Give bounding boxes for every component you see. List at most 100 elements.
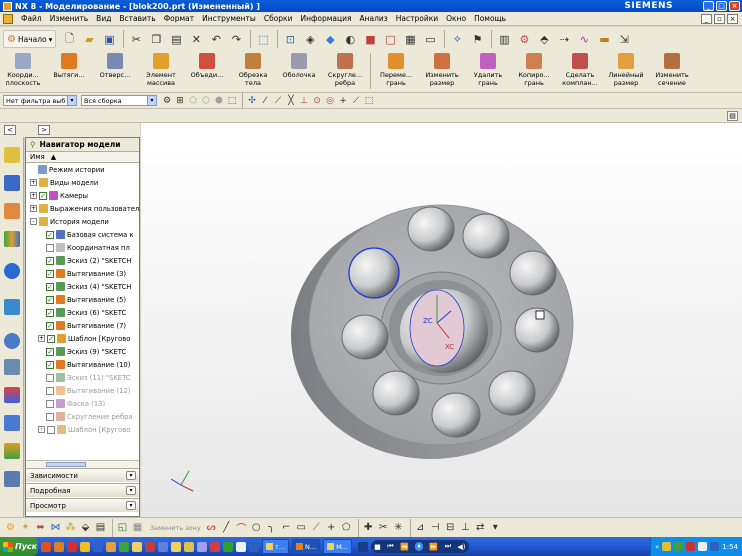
expand-toggle[interactable]: +	[30, 192, 37, 199]
quicklaunch-icon[interactable]	[184, 541, 194, 552]
cut-icon[interactable]: ✂	[127, 30, 145, 48]
menu-item[interactable]: Помощь	[470, 14, 510, 23]
snap-midpoint-icon[interactable]: ⟋	[272, 95, 284, 107]
quicklaunch-icon[interactable]	[119, 541, 129, 552]
visibility-checkbox[interactable]: ✓	[46, 412, 54, 421]
tray-icon[interactable]	[698, 542, 708, 551]
expand-toggle[interactable]: -	[30, 218, 37, 225]
polyline-icon[interactable]: ⟋	[310, 521, 323, 534]
menu-item[interactable]: Информация	[296, 14, 355, 23]
expand-toggle[interactable]: +	[30, 179, 37, 186]
table-icon[interactable]: ▥	[495, 30, 513, 48]
tree-item[interactable]: + ✓ Камеры	[26, 189, 139, 202]
close-button[interactable]: ×	[729, 1, 740, 11]
taskbar-item-nx[interactable]: N...	[292, 539, 321, 554]
tree-item[interactable]: - История модели	[26, 215, 139, 228]
open-folder-icon[interactable]: ▰	[80, 30, 98, 48]
layer-icon[interactable]: ▭	[421, 30, 439, 48]
snap-face-point-icon[interactable]: ⬚	[363, 95, 375, 107]
assembly-navigator-icon[interactable]	[4, 147, 20, 163]
start-menu-button[interactable]: ⚙ Начало ▾	[3, 30, 57, 48]
feature-button[interactable]: Элемент массива	[138, 53, 184, 87]
profile-icon[interactable]: ᔕ	[205, 521, 218, 534]
visibility-checkbox[interactable]: ✓	[46, 360, 54, 369]
trim-icon[interactable]: ✚	[362, 521, 375, 534]
feature-button[interactable]: Оболочка	[276, 53, 322, 79]
feature-button[interactable]: Отверс...	[92, 53, 138, 79]
tray-icon[interactable]	[674, 542, 684, 551]
assembly-icon[interactable]: ⚙	[515, 30, 533, 48]
zoom-area-icon[interactable]: ▦	[131, 521, 144, 534]
route-icon[interactable]: ⇢	[555, 30, 573, 48]
visibility-checkbox[interactable]: ✓	[39, 191, 47, 200]
convert-reference-icon[interactable]: ⇄	[474, 521, 487, 534]
wave-icon[interactable]: ∿	[575, 30, 593, 48]
visibility-checkbox[interactable]: ✓	[47, 425, 55, 434]
sequence-icon[interactable]: ▤	[94, 521, 107, 534]
rectangle-icon[interactable]: ▭	[295, 521, 308, 534]
mate-icon[interactable]: ⋈	[49, 521, 62, 534]
constraints-icon[interactable]: ⊿	[414, 521, 427, 534]
snap-perp-icon[interactable]: ⊥	[298, 95, 310, 107]
tray-icon[interactable]	[686, 542, 696, 551]
tree-item[interactable]: ✓ Эскиз (6) "SKETC	[26, 306, 139, 319]
feature-button[interactable]: Переме... грань	[373, 53, 419, 87]
graphics-window[interactable]: ZC XC	[141, 123, 742, 517]
visibility-checkbox[interactable]: ✓	[46, 269, 54, 278]
quicklaunch-icon[interactable]	[223, 541, 233, 552]
pin-icon[interactable]: ⚲	[30, 140, 36, 149]
select-all-icon[interactable]: ⊞	[174, 95, 186, 107]
column-header[interactable]: Имя ▲	[26, 152, 139, 163]
feature-button[interactable]: Удалить грань	[465, 53, 511, 87]
paste-icon[interactable]: ▤	[167, 30, 185, 48]
part-navigator-icon[interactable]	[4, 203, 20, 219]
feature-button[interactable]: Изменить размер	[419, 53, 465, 87]
analysis-icon[interactable]: ⚑	[468, 30, 486, 48]
snap-curve-icon[interactable]: ⟋	[350, 95, 362, 107]
document-icon[interactable]	[3, 13, 13, 24]
system-scene-icon[interactable]	[4, 471, 20, 487]
tree-item[interactable]: ✓ Эскиз (11) "SKETC	[26, 371, 139, 384]
forward-icon[interactable]: ⏩	[429, 543, 438, 551]
visibility-checkbox[interactable]: ✓	[46, 295, 54, 304]
media-player-icon[interactable]	[357, 541, 368, 552]
quicklaunch-icon[interactable]	[197, 541, 207, 552]
back-arrow-icon[interactable]: <	[4, 125, 16, 135]
expand-toggle[interactable]: +	[38, 426, 45, 433]
section-details[interactable]: Подробная ▾	[26, 483, 139, 497]
menu-item[interactable]: Анализ	[355, 14, 391, 23]
visibility-checkbox[interactable]: ✓	[46, 256, 54, 265]
visibility-checkbox[interactable]: ✓	[46, 230, 54, 239]
hide-icon[interactable]: ▦	[401, 30, 419, 48]
feature-button[interactable]: Объеди...	[184, 53, 230, 79]
fillet-icon[interactable]: ╮	[265, 521, 278, 534]
reuse-library-icon[interactable]	[4, 231, 20, 247]
chamfer-icon[interactable]: ⌐	[280, 521, 293, 534]
menu-item[interactable]: Сборки	[260, 14, 297, 23]
wireframe-icon[interactable]: □	[381, 30, 399, 48]
doc-close-button[interactable]: ×	[727, 13, 738, 24]
more-icon[interactable]: ▾	[489, 521, 502, 534]
fit-view-icon[interactable]: ⊡	[281, 30, 299, 48]
stop-icon[interactable]: ■	[374, 543, 381, 551]
menu-item[interactable]: Инструменты	[198, 14, 260, 23]
feature-button[interactable]: Линейный размер	[603, 53, 649, 87]
system-materials-icon[interactable]	[4, 359, 20, 375]
menu-item[interactable]: Формат	[160, 14, 198, 23]
orient-view-icon[interactable]: ◈	[301, 30, 319, 48]
doc-minimize-button[interactable]: _	[701, 13, 712, 24]
visibility-checkbox[interactable]: ✓	[46, 347, 54, 356]
tree-item[interactable]: Режим истории	[26, 163, 139, 176]
snap-endpoint-icon[interactable]: ⁄	[259, 95, 271, 107]
tree-item[interactable]: ✓ Вытягивание (7)	[26, 319, 139, 332]
arc-icon[interactable]: ⌒	[235, 521, 248, 535]
menu-item[interactable]: Изменить	[46, 14, 92, 23]
visibility-checkbox[interactable]: ✓	[46, 282, 54, 291]
tree-item[interactable]: ✓ Эскиз (4) "SKETCH	[26, 280, 139, 293]
tree-item[interactable]: ✓ Базовая система к	[26, 228, 139, 241]
tree-item[interactable]: ✓ Скругление ребра	[26, 410, 139, 423]
quicklaunch-icon[interactable]	[41, 541, 51, 552]
visibility-checkbox[interactable]: ✓	[46, 399, 54, 408]
horizontal-scrollbar[interactable]	[26, 460, 139, 468]
visibility-checkbox[interactable]: ✓	[46, 243, 54, 252]
